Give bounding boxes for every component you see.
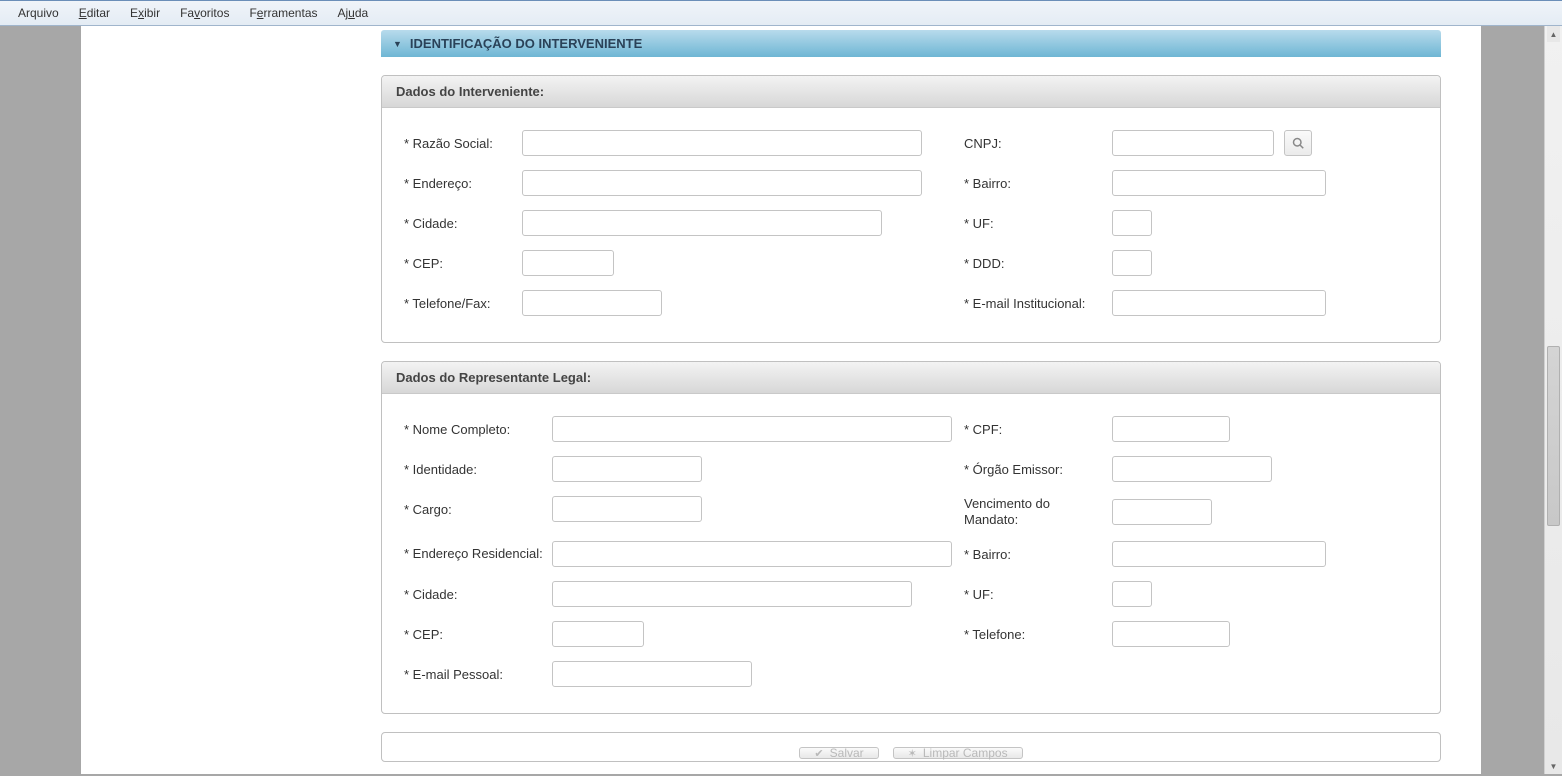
salvar-button[interactable]: ✔ Salvar [799, 747, 878, 759]
content-area: ▼ IDENTIFICAÇÃO DO INTERVENIENTE Dados d… [381, 26, 1441, 762]
label-orgao-emissor: * Órgão Emissor: [964, 462, 1112, 477]
label-cep-rep: * CEP: [404, 627, 552, 642]
input-endereco[interactable] [522, 170, 922, 196]
label-endereco: * Endereço: [404, 176, 522, 191]
input-telefone-rep[interactable] [1112, 621, 1230, 647]
panel-header-representante: Dados do Representante Legal: [382, 362, 1440, 394]
label-cargo: * Cargo: [404, 502, 552, 517]
input-uf[interactable] [1112, 210, 1152, 236]
label-cep: * CEP: [404, 256, 522, 271]
limpar-button[interactable]: ✶ Limpar Campos [893, 747, 1023, 759]
label-email-pessoal: * E-mail Pessoal: [404, 667, 552, 682]
label-cidade-rep: * Cidade: [404, 587, 552, 602]
label-endereco-residencial: * Endereço Residencial: [404, 546, 552, 562]
limpar-label: Limpar Campos [923, 746, 1008, 760]
label-cpf: * CPF: [964, 422, 1112, 437]
page-container: ▼ IDENTIFICAÇÃO DO INTERVENIENTE Dados d… [81, 26, 1481, 774]
panel-header-interveniente: Dados do Interveniente: [382, 76, 1440, 108]
check-icon: ✔ [814, 747, 823, 760]
search-cnpj-button[interactable] [1284, 130, 1312, 156]
panel-actions: ✔ Salvar ✶ Limpar Campos [381, 732, 1441, 762]
section-header-identificacao[interactable]: ▼ IDENTIFICAÇÃO DO INTERVENIENTE [381, 30, 1441, 57]
menu-favoritos[interactable]: Favoritos [170, 2, 239, 24]
label-razao-social: * Razão Social: [404, 136, 522, 151]
input-email-institucional[interactable] [1112, 290, 1326, 316]
input-nome-completo[interactable] [552, 416, 952, 442]
panel-body-interveniente: * Razão Social: CNPJ: [382, 108, 1440, 342]
label-cnpj: CNPJ: [964, 136, 1112, 151]
label-telefone-fax: * Telefone/Fax: [404, 296, 522, 311]
input-cargo[interactable] [552, 496, 702, 522]
input-ddd[interactable] [1112, 250, 1152, 276]
label-identidade: * Identidade: [404, 462, 552, 477]
input-orgao-emissor[interactable] [1112, 456, 1272, 482]
clear-icon: ✶ [908, 747, 917, 760]
input-cidade-rep[interactable] [552, 581, 912, 607]
panel-body-representante: * Nome Completo: * CPF: * Identidade: [382, 394, 1440, 713]
panel-representante: Dados do Representante Legal: * Nome Com… [381, 361, 1441, 714]
input-cpf[interactable] [1112, 416, 1230, 442]
menu-ajuda[interactable]: Ajuda [328, 2, 379, 24]
menu-arquivo[interactable]: Arquivo [8, 2, 69, 24]
label-bairro: * Bairro: [964, 176, 1112, 191]
label-uf: * UF: [964, 216, 1112, 231]
input-cnpj[interactable] [1112, 130, 1274, 156]
viewport: ▼ IDENTIFICAÇÃO DO INTERVENIENTE Dados d… [0, 26, 1562, 774]
input-endereco-residencial[interactable] [552, 541, 952, 567]
input-cidade[interactable] [522, 210, 882, 236]
panel-interveniente: Dados do Interveniente: * Razão Social: … [381, 75, 1441, 343]
input-cep-rep[interactable] [552, 621, 644, 647]
label-bairro-rep: * Bairro: [964, 547, 1112, 562]
menu-exibir[interactable]: Exibir [120, 2, 170, 24]
browser-menu-bar: Arquivo Editar Exibir Favoritos Ferramen… [0, 0, 1562, 26]
section-title: IDENTIFICAÇÃO DO INTERVENIENTE [410, 36, 642, 51]
input-bairro[interactable] [1112, 170, 1326, 196]
label-ddd: * DDD: [964, 256, 1112, 271]
label-nome-completo: * Nome Completo: [404, 422, 552, 437]
input-vencimento-mandato[interactable] [1112, 499, 1212, 525]
label-cidade: * Cidade: [404, 216, 522, 231]
input-uf-rep[interactable] [1112, 581, 1152, 607]
input-cep[interactable] [522, 250, 614, 276]
menu-editar[interactable]: Editar [69, 2, 120, 24]
input-razao-social[interactable] [522, 130, 922, 156]
input-bairro-rep[interactable] [1112, 541, 1326, 567]
input-identidade[interactable] [552, 456, 702, 482]
salvar-label: Salvar [830, 746, 864, 760]
vertical-scrollbar[interactable]: ▲ ▼ [1544, 26, 1562, 774]
menu-ferramentas[interactable]: Ferramentas [239, 2, 327, 24]
scroll-up-arrow-icon[interactable]: ▲ [1547, 26, 1560, 42]
label-uf-rep: * UF: [964, 587, 1112, 602]
input-email-pessoal[interactable] [552, 661, 752, 687]
input-telefone-fax[interactable] [522, 290, 662, 316]
label-email-institucional: * E-mail Institucional: [964, 296, 1112, 311]
scroll-down-arrow-icon[interactable]: ▼ [1547, 758, 1560, 774]
search-icon [1292, 137, 1304, 149]
chevron-down-icon: ▼ [393, 39, 402, 49]
label-telefone-rep: * Telefone: [964, 627, 1112, 642]
label-vencimento-mandato: Vencimento do Mandato: [964, 496, 1112, 527]
scroll-thumb[interactable] [1547, 346, 1560, 526]
